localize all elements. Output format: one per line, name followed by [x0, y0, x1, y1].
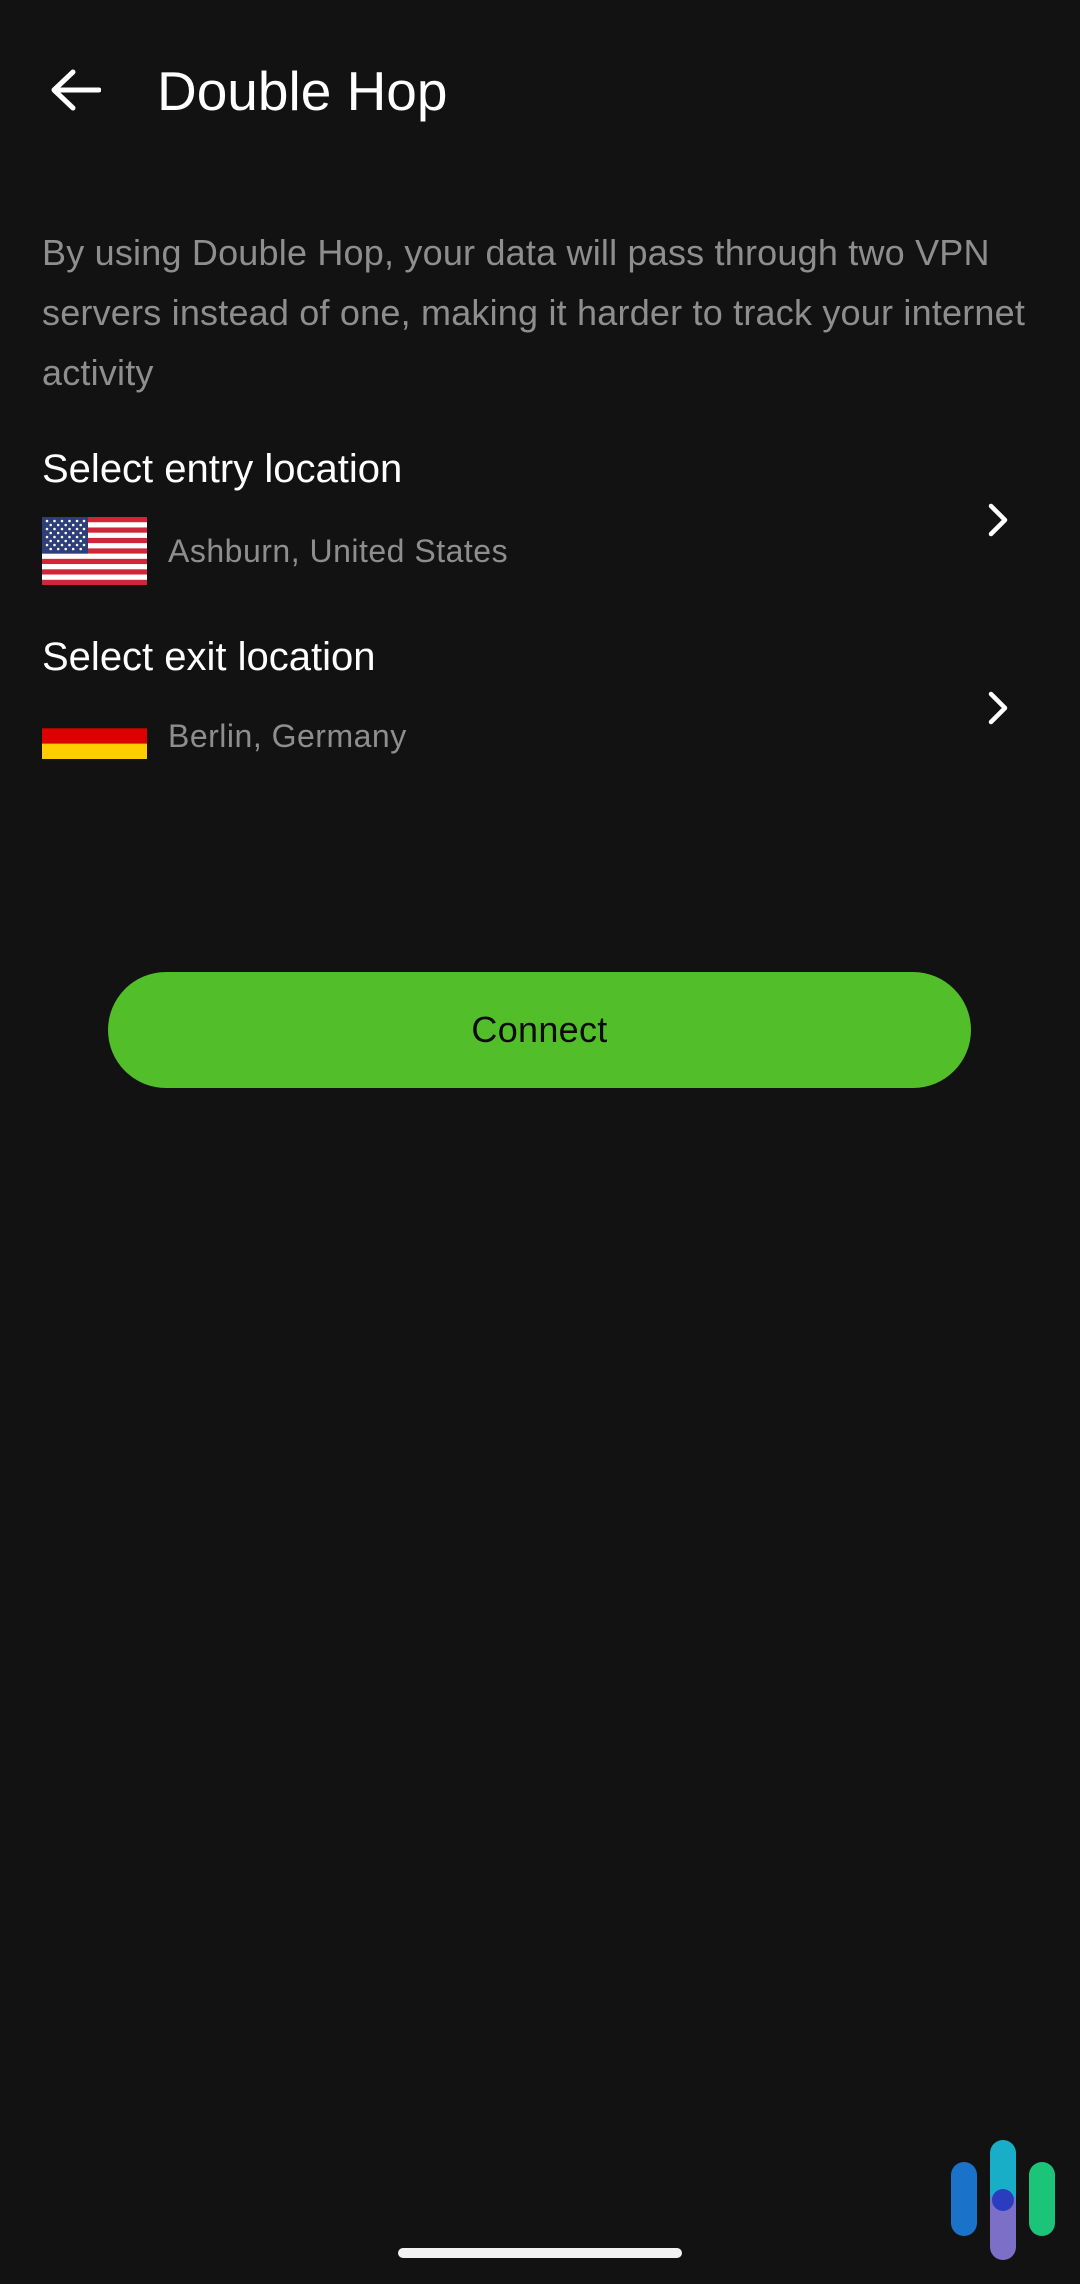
connect-button[interactable]: Connect — [108, 972, 971, 1088]
germany-flag-icon — [42, 713, 147, 759]
home-indicator[interactable] — [398, 2248, 682, 2258]
watermark-logo — [948, 2140, 1058, 2260]
page-title: Double Hop — [157, 60, 448, 122]
arrow-left-icon — [51, 69, 101, 111]
exit-location-value: Berlin, Germany — [168, 718, 407, 754]
entry-location-label: Select entry location — [42, 447, 403, 491]
entry-location-row[interactable]: Select entry location Ashburn, United St… — [0, 440, 1080, 620]
exit-location-label: Select exit location — [42, 635, 376, 679]
chevron-right-icon — [968, 678, 1028, 738]
app-bar: Double Hop — [0, 0, 1080, 185]
double-hop-description: By using Double Hop, your data will pass… — [42, 232, 1026, 393]
exit-location-row[interactable]: Select exit location Berlin, Germany — [0, 628, 1080, 808]
back-button[interactable] — [30, 45, 120, 135]
chevron-right-icon — [968, 490, 1028, 550]
us-flag-icon — [42, 517, 147, 585]
entry-location-value: Ashburn, United States — [168, 533, 509, 569]
